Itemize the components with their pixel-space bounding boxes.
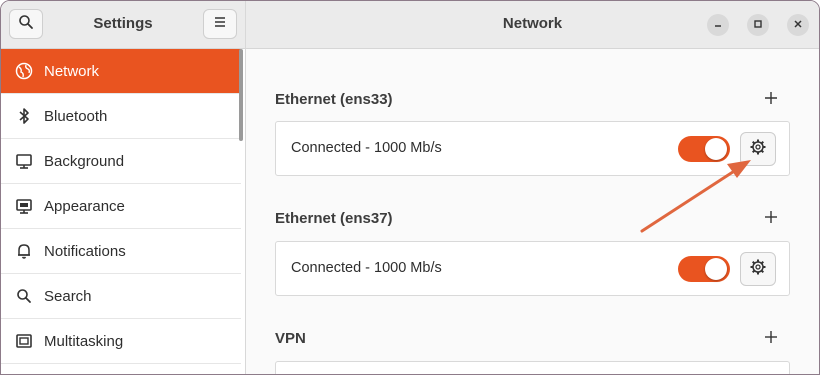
maximize-button[interactable] [747, 14, 769, 36]
sidebar-item-label: Bluetooth [44, 107, 108, 125]
page-title: Network [502, 15, 563, 32]
appearance-icon [14, 196, 34, 216]
sidebar-item-multitasking[interactable]: Multitasking [1, 319, 241, 364]
section-title-ethernet-ens37: Ethernet (ens37) [275, 210, 393, 227]
toggle-knob [705, 138, 727, 160]
ethernet-ens33-toggle[interactable] [678, 136, 730, 162]
multitasking-icon [14, 331, 34, 351]
globe-icon [14, 61, 34, 81]
sidebar-item-label: Background [44, 152, 125, 170]
sidebar-item-network[interactable]: Network [1, 49, 241, 94]
sidebar-item-search[interactable]: Search [1, 274, 241, 319]
connection-status: Connected - 1000 Mb/s [291, 260, 442, 276]
connection-status: Connected - 1000 Mb/s [291, 140, 442, 156]
section-title-ethernet-ens33: Ethernet (ens33) [275, 91, 393, 108]
monitor-icon [14, 151, 34, 171]
menu-button[interactable] [203, 9, 237, 39]
hamburger-menu-icon [213, 15, 227, 33]
ethernet-ens37-row: Connected - 1000 Mb/s [275, 241, 790, 296]
sidebar-item-label: Appearance [44, 197, 125, 215]
minimize-button[interactable] [707, 14, 729, 36]
settings-window: Settings Network Bluetooth Background Ap… [0, 0, 820, 375]
sidebar-item-notifications[interactable]: Notifications [1, 229, 241, 274]
ethernet-ens37-settings-button[interactable] [740, 252, 776, 286]
vpn-row [275, 361, 790, 374]
add-icon[interactable] [763, 209, 779, 225]
sidebar-item-label: Multitasking [44, 332, 124, 350]
add-icon[interactable] [763, 329, 779, 345]
ethernet-ens37-toggle[interactable] [678, 256, 730, 282]
search-icon [14, 286, 34, 306]
ethernet-ens33-settings-button[interactable] [740, 132, 776, 166]
minimize-icon [713, 16, 723, 34]
add-icon[interactable] [763, 90, 779, 106]
sidebar-item-bluetooth[interactable]: Bluetooth [1, 94, 241, 139]
sidebar: Settings Network Bluetooth Background Ap… [1, 1, 246, 374]
sidebar-header: Settings [1, 1, 245, 49]
main-panel: Network Ethernet (ens33) Connected - 100… [246, 1, 819, 374]
toggle-knob [705, 258, 727, 280]
sidebar-nav: Network Bluetooth Background Appearance [1, 49, 241, 364]
sidebar-item-label: Notifications [44, 242, 126, 260]
sidebar-scrollbar[interactable] [239, 49, 243, 141]
gear-icon [749, 138, 767, 161]
gear-icon [749, 258, 767, 281]
sidebar-item-background[interactable]: Background [1, 139, 241, 184]
ethernet-ens33-row: Connected - 1000 Mb/s [275, 121, 790, 176]
section-title-vpn: VPN [275, 330, 306, 347]
maximize-icon [753, 16, 763, 34]
sidebar-item-appearance[interactable]: Appearance [1, 184, 241, 229]
close-icon [793, 16, 803, 34]
close-button[interactable] [787, 14, 809, 36]
bluetooth-icon [14, 106, 34, 126]
sidebar-item-label: Network [44, 62, 100, 80]
bell-icon [14, 241, 34, 261]
main-header: Network [246, 1, 819, 49]
sidebar-item-label: Search [44, 287, 92, 305]
